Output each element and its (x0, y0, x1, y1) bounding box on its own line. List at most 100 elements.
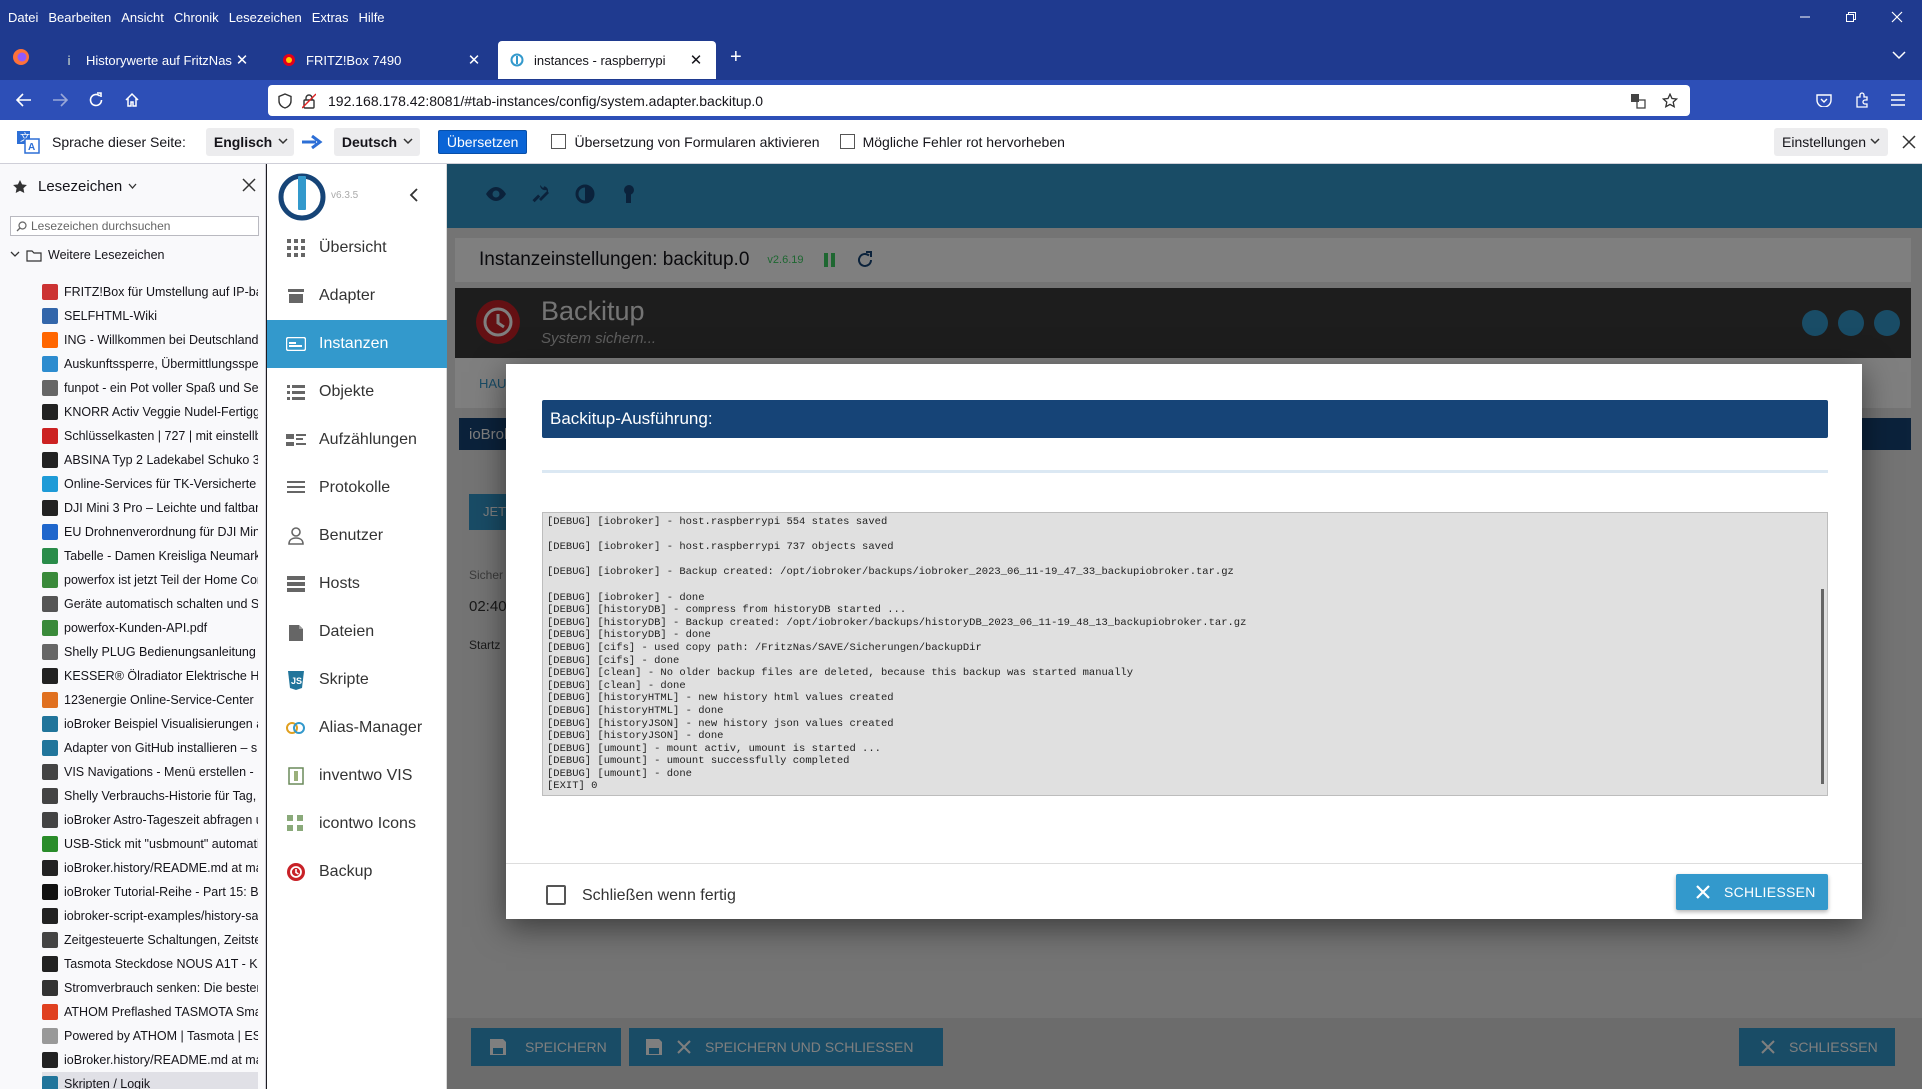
tab-close-icon[interactable]: ✕ (688, 51, 704, 69)
menu-lesezeichen[interactable]: Lesezeichen (225, 10, 306, 25)
bookmark-item[interactable]: powerfox ist jetzt Teil der Home Con... (42, 568, 258, 592)
bookmark-item[interactable]: iobroker-script-examples/history-sa... (42, 904, 258, 928)
nav-item[interactable]: Backup (267, 848, 447, 896)
bookmark-item[interactable]: ioBroker Beispiel Visualisierungen al... (42, 712, 258, 736)
menu-hilfe[interactable]: Hilfe (355, 10, 389, 25)
nav-item[interactable]: Adapter (267, 272, 447, 320)
bookmark-item[interactable]: KESSER® Ölradiator Elektrische Heiz... (42, 664, 258, 688)
bookmark-folder[interactable]: Weitere Lesezeichen (10, 248, 165, 262)
tab-fritzbox[interactable]: FRITZ!Box 7490 ✕ (270, 41, 494, 79)
store-icon (285, 288, 307, 304)
home-button[interactable] (114, 80, 150, 120)
dialog-close-button[interactable]: SCHLIESSEN (1676, 874, 1828, 910)
close-icon[interactable] (1902, 134, 1916, 149)
bookmark-item[interactable]: Tasmota Steckdose NOUS A1T - Klei... (42, 952, 258, 976)
close-when-done-checkbox[interactable] (546, 885, 566, 905)
form-translation-checkbox[interactable] (551, 134, 567, 149)
list-tabs-icon[interactable] (1892, 50, 1906, 60)
bookmark-item[interactable]: ABSINA Typ 2 Ladekabel Schuko 3W... (42, 448, 258, 472)
menu-bearbeiten[interactable]: Bearbeiten (44, 10, 115, 25)
bookmark-item[interactable]: Zeitgesteuerte Schaltungen, Zeitsteu... (42, 928, 258, 952)
bookmark-item[interactable]: Tabelle - Damen Kreisliga Neumarkt... (42, 544, 258, 568)
source-language-select[interactable]: Englisch (205, 127, 294, 156)
bookmark-item[interactable]: funpot - ein Pot voller Spaß und Seh... (42, 376, 258, 400)
translate-button[interactable]: Übersetzen (437, 129, 528, 154)
bookmark-item[interactable]: Shelly PLUG Bedienungsanleitung - ... (42, 640, 258, 664)
bookmark-item[interactable]: Shelly Verbrauchs-Historie für Tag, ... (42, 784, 258, 808)
tab-instances[interactable]: instances - raspberrypi ✕ (498, 41, 716, 79)
bookmark-item[interactable]: 123energie Online-Service-Center (42, 688, 258, 712)
menu-extras[interactable]: Extras (308, 10, 353, 25)
log-scrollbar[interactable] (1821, 589, 1824, 784)
bookmark-item[interactable]: FRITZ!Box für Umstellung auf IP-bas... (42, 280, 258, 304)
nav-item[interactable]: icontwo Icons (267, 800, 447, 848)
nav-item[interactable]: Dateien (267, 608, 447, 656)
bookmark-item[interactable]: Schlüsselkasten | 727 | mit einstellba..… (42, 424, 258, 448)
collapse-menu-icon[interactable] (409, 188, 419, 202)
bookmark-item[interactable]: USB-Stick mit "usbmount" automati... (42, 832, 258, 856)
tab-close-icon[interactable]: ✕ (466, 51, 482, 69)
pocket-icon[interactable] (1806, 80, 1842, 120)
bookmark-item[interactable]: SELFHTML-Wiki (42, 304, 258, 328)
restore-button[interactable] (1828, 0, 1874, 34)
shield-icon[interactable] (278, 92, 292, 109)
tab-history[interactable]: i Historywerte auf FritzNas speic ✕ (50, 41, 262, 79)
translation-settings-select[interactable]: Einstellungen (1774, 127, 1889, 156)
bookmark-item[interactable]: ioBroker.history/README.md at ma... (42, 856, 258, 880)
bookmarks-search-input[interactable]: Lesezeichen durchsuchen (10, 216, 259, 236)
bookmark-item[interactable]: Adapter von GitHub installieren – s... (42, 736, 258, 760)
bookmark-item[interactable]: EU Drohnenverordnung für DJI Mini ... (42, 520, 258, 544)
nav-item[interactable]: JS Skripte (267, 656, 447, 704)
bookmark-item[interactable]: Powered by ATHOM | Tasmota | ESP... (42, 1024, 258, 1048)
nav-item[interactable]: Protokolle (267, 464, 447, 512)
bookmark-item[interactable]: DJI Mini 3 Pro – Leichte und faltbare ..… (42, 496, 258, 520)
highlight-errors-checkbox[interactable] (839, 134, 855, 149)
bookmark-favicon-icon (42, 284, 58, 300)
backup-log[interactable]: [DEBUG] [iobroker] - host.raspberrypi 55… (542, 512, 1828, 796)
nav-item[interactable]: inventwo VIS (267, 752, 447, 800)
nav-item[interactable]: Hosts (267, 560, 447, 608)
bookmark-item[interactable]: ING - Willkommen bei Deutschlands ... (42, 328, 258, 352)
nav-item[interactable]: Objekte (267, 368, 447, 416)
nav-item[interactable]: Benutzer (267, 512, 447, 560)
bookmark-item[interactable]: powerfox-Kunden-API.pdf (42, 616, 258, 640)
extensions-icon[interactable] (1844, 80, 1880, 120)
bookmark-star-icon[interactable] (1662, 92, 1678, 109)
close-window-button[interactable] (1874, 0, 1920, 34)
nav-item[interactable]: Übersicht (267, 224, 447, 272)
translate-icon[interactable] (1630, 93, 1646, 109)
menu-chronik[interactable]: Chronik (170, 10, 223, 25)
bookmark-item[interactable]: Skripten / Logik (42, 1072, 258, 1089)
tab-close-icon[interactable]: ✕ (234, 51, 250, 69)
lock-icon[interactable] (302, 93, 316, 109)
new-tab-button[interactable]: + (730, 47, 742, 67)
bookmark-item[interactable]: KNORR Activ Veggie Nudel-Fertigge... (42, 400, 258, 424)
bookmark-item[interactable]: Geräte automatisch schalten und Str... (42, 592, 258, 616)
bookmark-item[interactable]: ioBroker Astro-Tageszeit abfragen u... (42, 808, 258, 832)
close-sidebar-icon[interactable] (242, 178, 256, 192)
reload-button[interactable] (78, 80, 114, 120)
bookmark-item[interactable]: ioBroker Tutorial-Reihe - Part 15: Ba... (42, 880, 258, 904)
firefox-icon[interactable] (12, 48, 30, 66)
target-language-select[interactable]: Deutsch (333, 127, 420, 156)
bookmark-item[interactable]: VIS Navigations - Menü erstellen - K... (42, 760, 258, 784)
nav-item[interactable]: Aufzählungen (267, 416, 447, 464)
back-button[interactable] (6, 80, 42, 120)
forward-button[interactable] (42, 80, 78, 120)
app-menu-icon[interactable] (1880, 80, 1916, 120)
bookmark-item[interactable]: ATHOM Preflashed TASMOTA Smart... (42, 1000, 258, 1024)
minimize-button[interactable] (1782, 0, 1828, 34)
nav-item[interactable]: Instanzen (267, 320, 447, 368)
url-text[interactable]: 192.168.178.42:8081/#tab-instances/confi… (328, 93, 763, 109)
bookmarks-header[interactable]: Lesezeichen (12, 178, 137, 195)
url-bar[interactable]: 192.168.178.42:8081/#tab-instances/confi… (268, 85, 1690, 116)
nav-item[interactable]: Alias-Manager (267, 704, 447, 752)
nav-bar: 192.168.178.42:8081/#tab-instances/confi… (0, 80, 1922, 120)
bookmark-item[interactable]: ioBroker.history/README.md at ma... (42, 1048, 258, 1072)
bookmark-label: ioBroker Tutorial-Reihe - Part 15: Ba... (64, 885, 258, 899)
menu-datei[interactable]: Datei (4, 10, 42, 25)
bookmark-item[interactable]: Auskunftssperre, Übermittlungssper... (42, 352, 258, 376)
menu-ansicht[interactable]: Ansicht (117, 10, 168, 25)
bookmark-item[interactable]: Stromverbrauch senken: Die besten ... (42, 976, 258, 1000)
bookmark-item[interactable]: Online-Services für TK-Versicherte | ... (42, 472, 258, 496)
